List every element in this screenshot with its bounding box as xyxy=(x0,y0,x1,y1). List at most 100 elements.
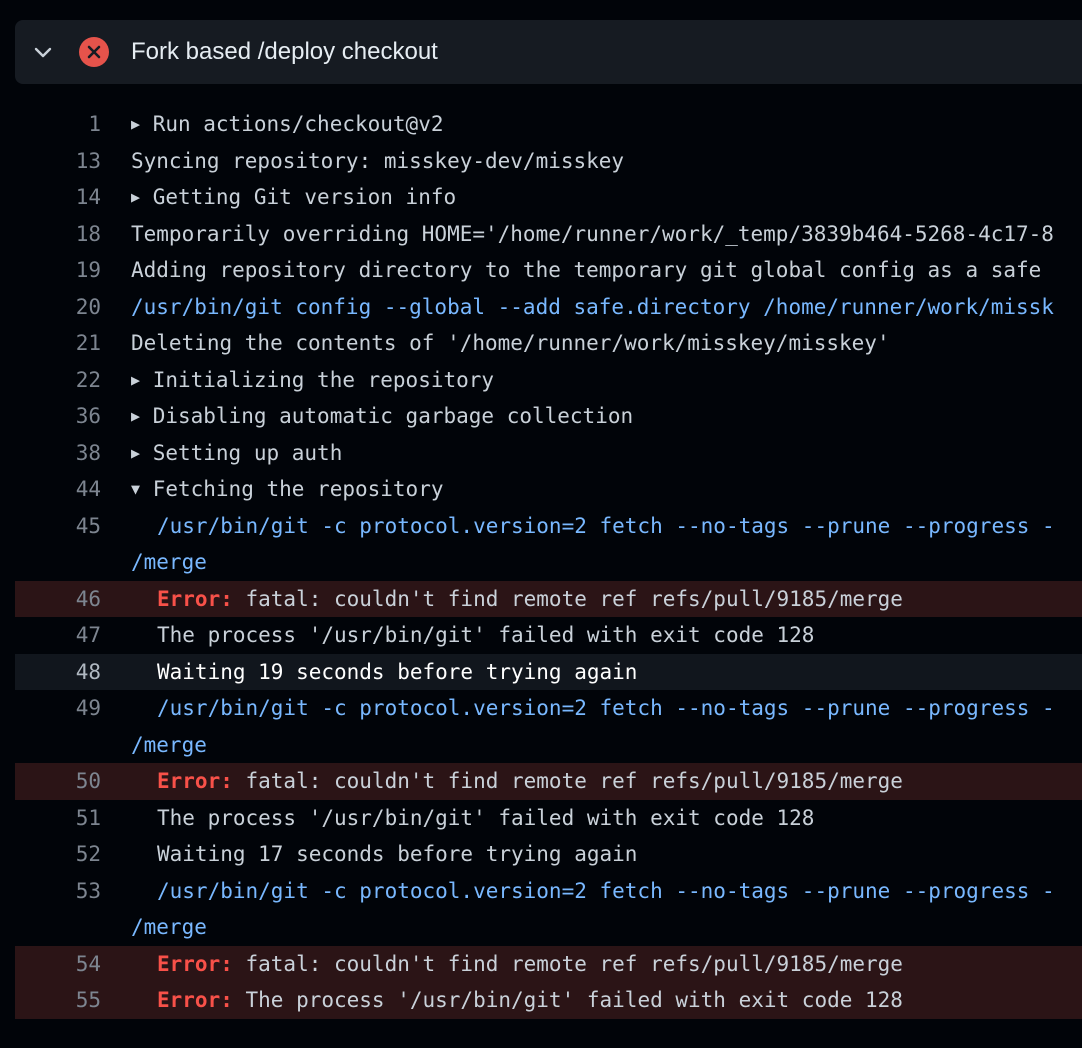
line-number[interactable]: 46 xyxy=(15,587,101,611)
error-label: Error: xyxy=(157,586,233,611)
log-line: 48 Waiting 19 seconds before trying again xyxy=(15,653,1082,690)
log-line: 49/usr/bin/git -c protocol.version=2 fet… xyxy=(15,690,1082,727)
log-line-content: Error: fatal: couldn't find remote ref r… xyxy=(157,952,903,976)
line-number[interactable]: 44 xyxy=(15,477,101,501)
log-text: The process '/usr/bin/git' failed with e… xyxy=(157,805,815,830)
line-number[interactable]: 52 xyxy=(15,842,101,866)
log-line: 46 Error: fatal: couldn't find remote ref… xyxy=(15,580,1082,617)
error-label: Error: xyxy=(157,951,233,976)
log-text: Adding repository directory to the tempo… xyxy=(131,258,1042,283)
log-line: 13 Syncing repository: misskey-dev/misske… xyxy=(15,143,1082,180)
line-number[interactable]: 54 xyxy=(15,952,101,976)
log-line[interactable]: 36 ▶ Disabling automatic garbage collecti… xyxy=(15,398,1082,435)
log-line-content: Error: fatal: couldn't find remote ref r… xyxy=(157,587,903,611)
log-line-content: ▶ Setting up auth xyxy=(131,441,342,465)
log-line-content: Deleting the contents of '/home/runner/w… xyxy=(131,331,890,355)
failed-status-icon xyxy=(79,37,109,67)
log-text: Getting Git version info xyxy=(152,185,457,210)
log-line-content: /usr/bin/git config --global --add safe.… xyxy=(131,295,1054,319)
log-line[interactable]: 1 ▶ Run actions/checkout@v2 xyxy=(15,106,1082,143)
line-number[interactable]: 55 xyxy=(15,988,101,1012)
log-line-content: The process '/usr/bin/git' failed with e… xyxy=(157,623,814,647)
log-text-wrap: /merge xyxy=(131,732,207,757)
log-text: The process '/usr/bin/git' failed with e… xyxy=(232,988,903,1013)
log-line-content: Waiting 17 seconds before trying again xyxy=(157,842,637,866)
line-number[interactable]: 1 xyxy=(15,112,101,136)
line-number[interactable]: 49 xyxy=(15,696,101,720)
log-text: Waiting 19 seconds before trying again xyxy=(157,659,638,684)
line-number[interactable]: 53 xyxy=(15,879,101,903)
log-line: 50 Error: fatal: couldn't find remote ref… xyxy=(15,763,1082,800)
log-line-content: /usr/bin/git -c protocol.version=2 fetch… xyxy=(157,514,1055,538)
caret-right-icon[interactable]: ▶ xyxy=(131,371,140,389)
log-line[interactable]: 22 ▶ Initializing the repository xyxy=(15,362,1082,399)
log-line-content: ▶ Initializing the repository xyxy=(131,368,494,392)
log-text: Setting up auth xyxy=(152,440,343,465)
log-line[interactable]: 38 ▶ Setting up auth xyxy=(15,435,1082,472)
log-line-content: The process '/usr/bin/git' failed with e… xyxy=(157,806,814,830)
log-line-wrap: /merge xyxy=(15,544,1082,581)
line-number[interactable]: 13 xyxy=(15,149,101,173)
line-number[interactable]: 50 xyxy=(15,769,101,793)
log-line: 45/usr/bin/git -c protocol.version=2 fet… xyxy=(15,508,1082,545)
chevron-down-icon[interactable] xyxy=(32,41,54,63)
log-line: 20/usr/bin/git config --global --add saf… xyxy=(15,289,1082,326)
error-label: Error: xyxy=(157,769,233,794)
log-line-content: Waiting 19 seconds before trying again xyxy=(157,660,637,684)
error-label: Error: xyxy=(157,988,233,1013)
log-line: 21 Deleting the contents of '/home/runner… xyxy=(15,325,1082,362)
caret-right-icon[interactable]: ▶ xyxy=(131,407,140,425)
step-title: Fork based /deploy checkout xyxy=(131,38,438,65)
log-line: 47 The process '/usr/bin/git' failed with… xyxy=(15,617,1082,654)
line-number[interactable]: 18 xyxy=(15,222,101,246)
line-number[interactable]: 38 xyxy=(15,441,101,465)
line-number[interactable]: 48 xyxy=(15,660,101,684)
log-line-wrap: /merge xyxy=(15,909,1082,946)
caret-right-icon[interactable]: ▶ xyxy=(131,188,140,206)
line-number[interactable]: 47 xyxy=(15,623,101,647)
line-number[interactable]: 14 xyxy=(15,185,101,209)
log-line-content: Error: The process '/usr/bin/git' failed… xyxy=(157,988,903,1012)
log-text: fatal: couldn't find remote ref refs/pul… xyxy=(232,769,903,794)
log-text-wrap: /merge xyxy=(131,550,207,575)
log-text: Syncing repository: misskey-dev/misskey xyxy=(131,148,625,173)
log-text: The process '/usr/bin/git' failed with e… xyxy=(157,623,815,648)
log-output: 1 ▶ Run actions/checkout@v2 13 Syncing repo… xyxy=(15,106,1082,1019)
log-line: 53/usr/bin/git -c protocol.version=2 fet… xyxy=(15,873,1082,910)
log-text: Run actions/checkout@v2 xyxy=(152,112,444,137)
step-header[interactable]: Fork based /deploy checkout xyxy=(15,20,1082,84)
log-text: /usr/bin/git config --global --add safe.… xyxy=(131,294,1054,319)
caret-right-icon[interactable]: ▶ xyxy=(131,444,140,462)
log-text: /usr/bin/git -c protocol.version=2 fetch… xyxy=(157,878,1055,903)
log-line-content: Temporarily overriding HOME='/home/runne… xyxy=(131,222,1054,246)
log-text: Temporarily overriding HOME='/home/runne… xyxy=(131,221,1054,246)
line-number[interactable]: 51 xyxy=(15,806,101,830)
line-number[interactable]: 22 xyxy=(15,368,101,392)
log-text: fatal: couldn't find remote ref refs/pul… xyxy=(232,951,903,976)
log-line[interactable]: 14 ▶ Getting Git version info xyxy=(15,179,1082,216)
log-line-content: /usr/bin/git -c protocol.version=2 fetch… xyxy=(157,696,1055,720)
log-line: 54 Error: fatal: couldn't find remote ref… xyxy=(15,945,1082,982)
log-line-wrap: /merge xyxy=(15,727,1082,764)
line-number[interactable]: 21 xyxy=(15,331,101,355)
log-line: 51 The process '/usr/bin/git' failed with… xyxy=(15,800,1082,837)
line-number[interactable]: 36 xyxy=(15,404,101,428)
log-line-content: Adding repository directory to the tempo… xyxy=(131,258,1041,282)
log-text: Waiting 17 seconds before trying again xyxy=(157,842,638,867)
log-text: Deleting the contents of '/home/runner/w… xyxy=(131,331,890,356)
line-number[interactable]: 19 xyxy=(15,258,101,282)
log-line: 55 Error: The process '/usr/bin/git' fail… xyxy=(15,982,1082,1019)
line-number[interactable]: 45 xyxy=(15,514,101,538)
log-line: 52 Waiting 17 seconds before trying again xyxy=(15,836,1082,873)
log-text: Disabling automatic garbage collection xyxy=(152,404,634,429)
log-text: /usr/bin/git -c protocol.version=2 fetch… xyxy=(157,513,1055,538)
log-text: /usr/bin/git -c protocol.version=2 fetch… xyxy=(157,696,1055,721)
log-line-content: Syncing repository: misskey-dev/misskey xyxy=(131,149,624,173)
log-line-content: ▶ Disabling automatic garbage collection xyxy=(131,404,633,428)
caret-right-icon[interactable]: ▶ xyxy=(131,115,140,133)
log-line: 19 Adding repository directory to the tem… xyxy=(15,252,1082,289)
log-line[interactable]: 44 ▼ Fetching the repository xyxy=(15,471,1082,508)
log-text: fatal: couldn't find remote ref refs/pul… xyxy=(232,586,903,611)
caret-down-icon[interactable]: ▼ xyxy=(131,480,140,498)
line-number[interactable]: 20 xyxy=(15,295,101,319)
